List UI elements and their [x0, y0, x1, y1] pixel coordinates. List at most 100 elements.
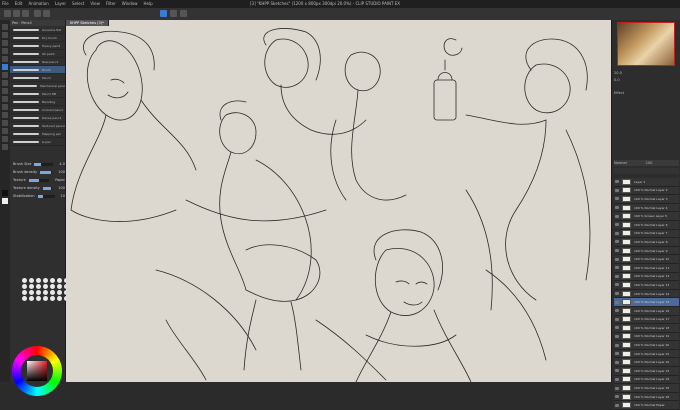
canvas-tab[interactable]: KHPP Sketches (3)* [66, 20, 109, 26]
layer-row[interactable]: 100 % Normal Layer 9 [614, 246, 679, 256]
menu-layer[interactable]: Layer [55, 1, 66, 6]
open-icon[interactable] [13, 10, 20, 17]
blend-mode[interactable]: Normal [614, 161, 627, 165]
tab-pencil[interactable]: Pencil [21, 20, 31, 26]
visibility-eye-icon[interactable] [615, 231, 619, 235]
selection-area-icon[interactable] [2, 48, 8, 54]
property-slider[interactable] [40, 170, 53, 174]
visibility-eye-icon[interactable] [615, 386, 619, 390]
brush-size-preset[interactable] [50, 284, 55, 289]
tab-pen[interactable]: Pen [12, 20, 18, 26]
text-tool-icon[interactable] [2, 136, 8, 142]
airbrush-tool-icon[interactable] [2, 88, 8, 94]
brush-size-preset[interactable] [22, 284, 27, 289]
drawing-canvas[interactable] [66, 20, 611, 382]
navigator-angle[interactable]: 0.0 [614, 77, 679, 83]
layer-opacity[interactable]: 100 [646, 161, 653, 165]
layer-row[interactable]: 100 % Normal Layer 10 [614, 255, 679, 264]
layer-row[interactable]: 100 % Normal Layer 8 [614, 238, 679, 247]
visibility-eye-icon[interactable] [615, 369, 619, 373]
brush-item[interactable]: Real pencil [10, 58, 65, 66]
brush-item[interactable]: Pencil HB [10, 90, 65, 98]
layer-row[interactable]: 100 % Normal Layer 16 [614, 306, 679, 316]
deselect-icon[interactable] [180, 10, 187, 17]
brush-size-preset[interactable] [57, 284, 62, 289]
property-slider[interactable] [34, 162, 54, 166]
menu-edit[interactable]: Edit [15, 1, 23, 6]
brush-size-preset[interactable] [57, 296, 62, 301]
visibility-eye-icon[interactable] [615, 317, 619, 321]
brush-size-preset[interactable] [50, 296, 55, 301]
brush-item[interactable]: Blending [10, 98, 65, 106]
layer-row[interactable]: Layer 1 [614, 178, 679, 187]
visibility-eye-icon[interactable] [615, 266, 619, 270]
layer-row[interactable]: 100 % Normal Layer 19 [614, 332, 679, 342]
layer-row[interactable]: 100 % Normal Layer 21 [614, 349, 679, 359]
eyedropper-icon[interactable] [2, 56, 8, 62]
sub-color-swatch[interactable] [2, 198, 8, 204]
navigator-zoom[interactable]: 20.0 [614, 70, 679, 76]
visibility-eye-icon[interactable] [615, 352, 619, 356]
brush-size-preset[interactable] [50, 278, 55, 283]
visibility-eye-icon[interactable] [615, 180, 619, 184]
brush-size-preset[interactable] [29, 290, 34, 295]
visibility-eye-icon[interactable] [615, 300, 619, 304]
layer-row[interactable]: 100 % Normal Layer 24 [614, 375, 679, 385]
visibility-eye-icon[interactable] [615, 309, 619, 313]
brush-item[interactable]: Dry brush [10, 34, 65, 42]
brush-size-preset[interactable] [43, 284, 48, 289]
layer-row[interactable]: 100 % Normal Layer 4 [614, 203, 679, 213]
menu-help[interactable]: Help [144, 1, 153, 6]
transform-icon[interactable] [170, 10, 177, 17]
brush-item[interactable]: Mechanical pencil [10, 82, 65, 90]
redo-icon[interactable] [43, 10, 50, 17]
undo-icon[interactable] [34, 10, 41, 17]
pen-tool-icon[interactable] [2, 64, 8, 70]
visibility-eye-icon[interactable] [615, 188, 619, 192]
brush-item[interactable]: Colored pencil [10, 106, 65, 114]
layer-row[interactable]: 100 % Normal Layer 22 [614, 358, 679, 368]
brush-size-preset[interactable] [22, 290, 27, 295]
visibility-eye-icon[interactable] [615, 197, 619, 201]
layer-row[interactable]: 100 % Normal Layer 23 [614, 367, 679, 376]
layer-row[interactable]: 100 % Screen Layer 5 [614, 212, 679, 221]
visibility-eye-icon[interactable] [615, 395, 619, 399]
brush-size-preset[interactable] [43, 296, 48, 301]
blend-tool-icon[interactable] [2, 104, 8, 110]
visibility-eye-icon[interactable] [615, 206, 619, 210]
layer-row[interactable]: 100 % Normal Layer 18 [614, 324, 679, 333]
menu-view[interactable]: View [90, 1, 100, 6]
visibility-eye-icon[interactable] [615, 283, 619, 287]
layer-row[interactable]: 100 % Normal Layer 14 [614, 289, 679, 299]
operation-tool-icon[interactable] [2, 40, 8, 46]
layer-row[interactable]: 100 % Normal Layer 15 [614, 298, 679, 307]
layer-row[interactable]: 100 % Normal Layer 11 [614, 263, 679, 273]
zoom-tool-icon[interactable] [2, 24, 8, 30]
layer-row[interactable]: 100 % Normal Paper [614, 401, 679, 410]
brush-size-preset[interactable] [29, 284, 34, 289]
brush-size-preset[interactable] [22, 278, 27, 283]
brush-size-preset[interactable] [36, 290, 41, 295]
layer-row[interactable]: 100 % Normal Layer 13 [614, 281, 679, 290]
property-slider[interactable] [42, 186, 53, 190]
brush-size-preset[interactable] [50, 290, 55, 295]
visibility-eye-icon[interactable] [615, 223, 619, 227]
brush-size-preset[interactable] [29, 278, 34, 283]
visibility-eye-icon[interactable] [615, 292, 619, 296]
brush-item[interactable]: Brush [10, 66, 65, 74]
brush-tool-icon[interactable] [2, 80, 8, 86]
brush-item[interactable]: Heavy paint [10, 42, 65, 50]
layer-row[interactable]: 100 % Normal Layer 6 [614, 220, 679, 230]
brush-item[interactable]: G-pen [10, 138, 65, 146]
menu-select[interactable]: Select [72, 1, 84, 6]
brush-item[interactable]: Oil paint [10, 50, 65, 58]
layer-row[interactable]: 100 % Normal Layer 17 [614, 315, 679, 325]
brush-size-preset[interactable] [29, 296, 34, 301]
brush-size-preset[interactable] [57, 278, 62, 283]
menu-animation[interactable]: Animation [28, 1, 48, 6]
save-icon[interactable] [22, 10, 29, 17]
visibility-eye-icon[interactable] [615, 257, 619, 261]
brush-size-preset[interactable] [22, 296, 27, 301]
move-tool-icon[interactable] [2, 32, 8, 38]
visibility-eye-icon[interactable] [615, 334, 619, 338]
